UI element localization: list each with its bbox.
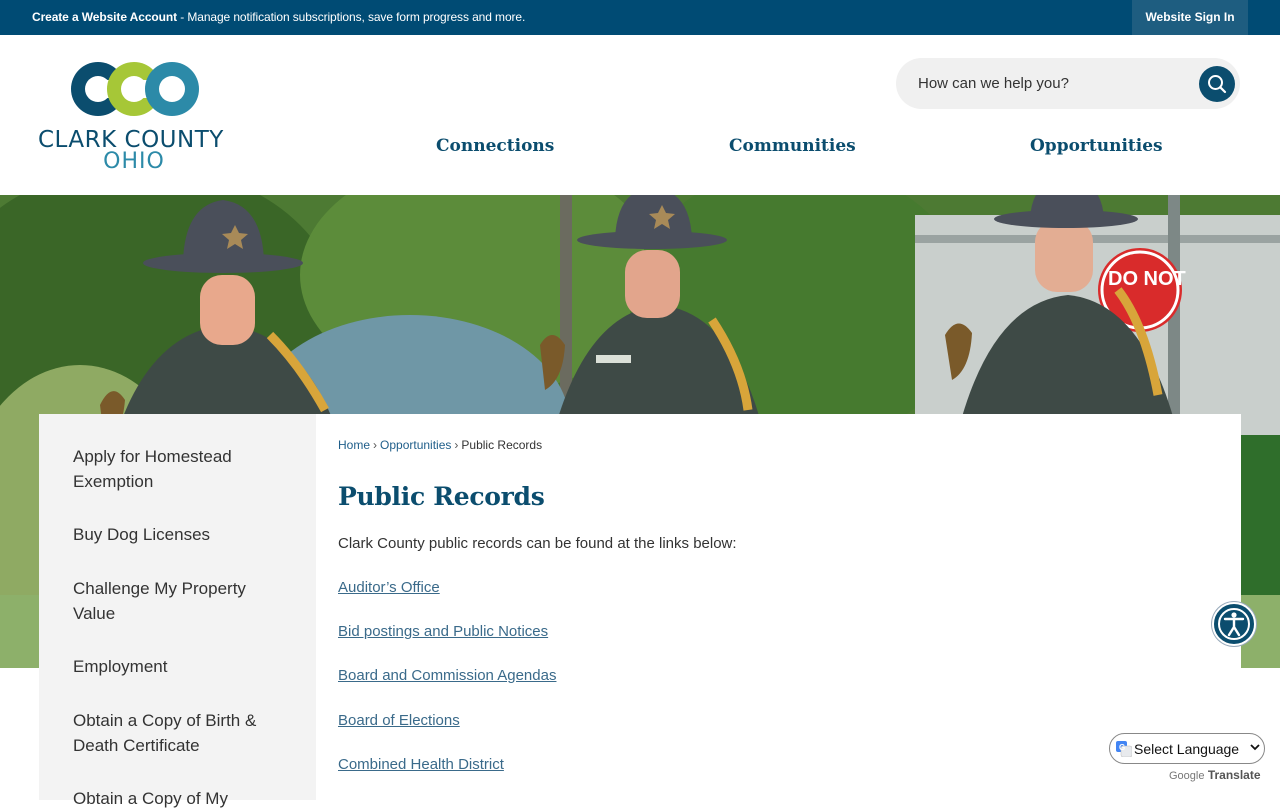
clark-county-logo[interactable]: CLARK COUNTY OHIO <box>38 61 238 174</box>
page-title: Public Records <box>338 482 545 511</box>
sidebar-item-homestead-exemption[interactable]: Apply for Homestead Exemption <box>73 444 283 494</box>
svg-text:G: G <box>1119 743 1125 752</box>
accessibility-button[interactable] <box>1212 602 1256 646</box>
link-board-commission-agendas[interactable]: Board and Commission Agendas <box>338 667 556 684</box>
site-header: CLARK COUNTY OHIO Connections Communitie… <box>0 35 1280 195</box>
google-wordmark: Google <box>1169 770 1205 782</box>
language-select[interactable]: G Select Language <box>1109 733 1265 764</box>
breadcrumb-opportunities-link[interactable]: Opportunities <box>380 438 451 452</box>
logo-circles-icon <box>71 62 199 116</box>
select-language-label: Select Language <box>1134 741 1240 757</box>
sidebar-quick-links: Apply for Homestead Exemption Buy Dog Li… <box>39 414 316 808</box>
chevron-down-icon <box>1250 744 1260 751</box>
sidebar-item-birth-death-certificate[interactable]: Obtain a Copy of Birth & Death Certifica… <box>73 708 283 758</box>
breadcrumb-current: Public Records <box>461 438 543 452</box>
translate-label[interactable]: Translate <box>1208 768 1261 782</box>
sidebar-item-property-value[interactable]: Challenge My Property Value <box>73 576 283 626</box>
search-button[interactable] <box>1199 66 1235 102</box>
link-board-of-elections[interactable]: Board of Elections <box>338 712 460 729</box>
search-icon <box>1208 75 1227 94</box>
create-account-banner[interactable]: Create a Website Account - Manage notifi… <box>32 10 525 24</box>
sidebar-item-dog-licenses[interactable]: Buy Dog Licenses <box>73 522 283 547</box>
search-input[interactable] <box>918 71 1188 95</box>
intro-text: Clark County public records can be found… <box>338 535 737 552</box>
main-content: Home › Opportunities › Public Records Public… <box>316 414 1241 800</box>
sidebar-item-obtain-copy[interactable]: Obtain a Copy of My <box>73 786 283 811</box>
logo-text-ohio: OHIO <box>103 149 165 174</box>
nav-communities[interactable]: Communities <box>729 136 856 156</box>
link-auditors-office[interactable]: Auditor’s Office <box>338 579 440 596</box>
site-search <box>896 58 1240 109</box>
create-account-description: - Manage notification subscriptions, sav… <box>176 10 526 24</box>
breadcrumb-separator: › <box>454 438 459 452</box>
nav-opportunities[interactable]: Opportunities <box>1030 136 1163 156</box>
breadcrumb-separator: › <box>373 438 378 452</box>
accessibility-icon <box>1218 608 1250 640</box>
top-utility-bar: Create a Website Account - Manage notifi… <box>0 0 1280 35</box>
breadcrumb: Home › Opportunities › Public Records <box>338 438 542 452</box>
sidebar-item-employment[interactable]: Employment <box>73 654 283 679</box>
google-translate-icon: G <box>1116 741 1132 757</box>
create-account-link[interactable]: Create a Website Account <box>32 10 177 24</box>
svg-text:DO NOT: DO NOT <box>1108 268 1186 290</box>
nav-connections[interactable]: Connections <box>436 136 554 156</box>
breadcrumb-home-link[interactable]: Home <box>338 438 370 452</box>
powered-by-google-translate: Google Translate <box>1169 768 1261 782</box>
link-bid-postings[interactable]: Bid postings and Public Notices <box>338 623 548 640</box>
link-combined-health-district[interactable]: Combined Health District <box>338 756 504 773</box>
website-sign-in-button[interactable]: Website Sign In <box>1132 0 1248 35</box>
